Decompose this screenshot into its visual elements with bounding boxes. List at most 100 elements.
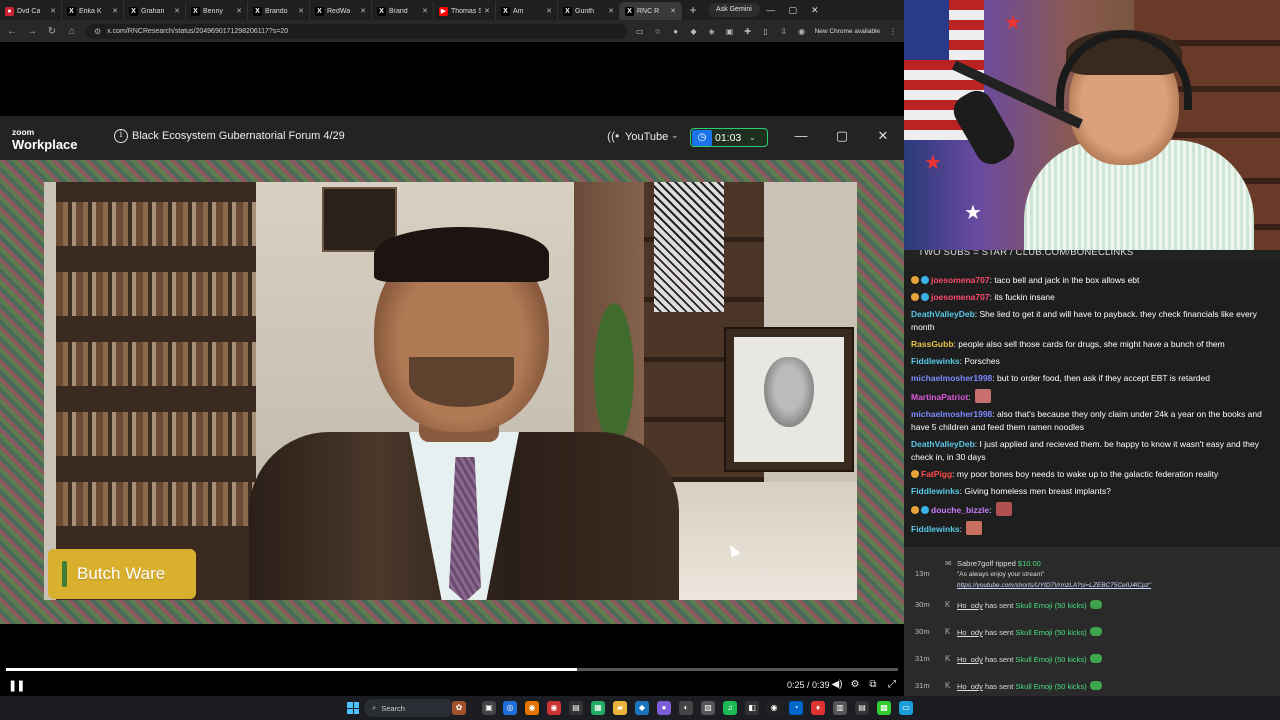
chat-username[interactable]: douche_bizzle [931, 505, 989, 515]
close-icon[interactable]: ✕ [804, 5, 826, 16]
browser-tab[interactable]: X Brand ✕ [372, 2, 434, 20]
chat-username[interactable]: joesomena707 [931, 292, 990, 302]
fullscreen-icon[interactable]: ⤢ [885, 679, 899, 690]
extension-icon[interactable]: ◈ [707, 27, 717, 36]
app-icon[interactable]: ◧ [745, 701, 759, 715]
chat-username[interactable]: joesomena707 [931, 275, 990, 285]
widgets-icon[interactable]: ✿ [452, 701, 466, 715]
browser-tab[interactable]: X RedWa ✕ [310, 2, 372, 20]
chat-username[interactable]: DeathValleyDeb [911, 309, 975, 319]
taskbar-search[interactable]: ⌕ Search [364, 699, 454, 717]
volume-icon[interactable]: ◀) [830, 679, 844, 690]
windows-start-icon[interactable] [347, 702, 359, 714]
obs-icon[interactable]: ● [657, 701, 671, 715]
maximize-icon[interactable]: ▢ [832, 128, 852, 144]
download-icon[interactable]: ⇩ [779, 27, 789, 36]
app-icon[interactable]: ▥ [833, 701, 847, 715]
maximize-icon[interactable]: ▢ [782, 5, 804, 16]
event-username[interactable]: Ho_ody [957, 655, 983, 664]
event-username[interactable]: Ho_ody [957, 628, 983, 637]
live-platform-label[interactable]: YouTube [625, 131, 668, 143]
browser-tab[interactable]: ● Dvd Ca ✕ [0, 2, 62, 20]
browser-tab[interactable]: X Am ✕ [496, 2, 558, 20]
info-icon[interactable]: i [114, 129, 128, 143]
file-explorer-icon[interactable]: ▰ [613, 701, 627, 715]
close-icon[interactable]: ✕ [422, 7, 428, 15]
chat-username[interactable]: michaelmosher1998 [911, 373, 992, 383]
app-icon[interactable]: ▩ [877, 701, 891, 715]
event-username[interactable]: Ho_ody [957, 601, 983, 610]
app-icon[interactable]: ▤ [569, 701, 583, 715]
app-icon[interactable]: ♦ [811, 701, 825, 715]
close-icon[interactable]: ✕ [608, 7, 614, 15]
chat-username[interactable]: MartinaPatriot [911, 392, 968, 402]
spotify-icon[interactable]: ♫ [723, 701, 737, 715]
pause-icon[interactable]: ❚❚ [8, 679, 25, 692]
settings-icon[interactable]: ⚙ [848, 679, 862, 690]
back-icon[interactable]: ← [6, 26, 18, 37]
puzzle-icon[interactable]: ✚ [743, 27, 753, 36]
chrome-icon[interactable]: ◉ [525, 701, 539, 715]
close-icon[interactable]: ✕ [360, 7, 366, 15]
event-username[interactable]: Sabre7golf [957, 559, 993, 568]
browser-tab[interactable]: X Erika K ✕ [62, 2, 124, 20]
app-icon[interactable]: ◉ [767, 701, 781, 715]
app-icon[interactable]: ◔ [789, 701, 803, 715]
chevron-down-icon[interactable]: ⌄ [671, 130, 679, 141]
bookmark-star-icon[interactable]: ☆ [653, 27, 663, 36]
tip-link[interactable]: https://youtube.com/shorts/UYtD7VrmzLA?s… [957, 582, 1151, 589]
close-icon[interactable]: ✕ [670, 7, 676, 15]
chat-username[interactable]: FatPigg [921, 469, 952, 479]
extension-icon[interactable]: ▣ [725, 27, 735, 36]
app-icon[interactable]: ◆ [635, 701, 649, 715]
app-icon[interactable]: ▭ [899, 701, 913, 715]
sidepanel-icon[interactable]: ▯ [761, 27, 771, 36]
close-icon[interactable]: ✕ [484, 7, 490, 15]
close-icon[interactable]: ✕ [873, 128, 893, 144]
ask-gemini-button[interactable]: Ask Gemini [708, 3, 760, 17]
extension-icon[interactable]: ◆ [689, 27, 699, 36]
browser-tab[interactable]: X Benny ✕ [186, 2, 248, 20]
app-icon[interactable]: ▦ [591, 701, 605, 715]
browser-icon[interactable]: ◉ [547, 701, 561, 715]
app-icon[interactable]: ◐ [679, 701, 693, 715]
close-icon[interactable]: ✕ [298, 7, 304, 15]
browser-tab[interactable]: X Brando ✕ [248, 2, 310, 20]
close-icon[interactable]: ✕ [112, 7, 118, 15]
address-bar[interactable]: ⚙ x.com/RNCResearch/status/2049690171298… [86, 23, 627, 39]
close-icon[interactable]: ✕ [546, 7, 552, 15]
update-chrome-button[interactable]: New Chrome available [815, 28, 880, 35]
picture-in-picture-icon[interactable]: ⧉ [866, 679, 880, 690]
chat-username[interactable]: RassGubb [911, 339, 954, 349]
event-username[interactable]: Ho_ody [957, 682, 983, 691]
meeting-timer[interactable]: ◷ 01:03 ⌄ [690, 128, 768, 147]
minimize-icon[interactable]: — [791, 128, 811, 143]
new-tab-icon[interactable]: + [686, 3, 700, 17]
app-icon[interactable]: ▤ [855, 701, 869, 715]
cast-icon[interactable]: ▭ [635, 27, 645, 36]
reload-icon[interactable]: ↻ [46, 26, 58, 37]
browser-tab[interactable]: ▶ Thomas S ✕ [434, 2, 496, 20]
progress-bar[interactable] [6, 668, 898, 671]
menu-icon[interactable]: ⋮ [888, 27, 898, 36]
browser-tab[interactable]: X Grahan ✕ [124, 2, 186, 20]
close-icon[interactable]: ✕ [50, 7, 56, 15]
minimize-icon[interactable]: — [760, 5, 782, 15]
chat-username[interactable]: DeathValleyDeb [911, 439, 975, 449]
close-icon[interactable]: ✕ [174, 7, 180, 15]
browser-tab[interactable]: X Gunth ✕ [558, 2, 620, 20]
app-icon[interactable]: ▨ [701, 701, 715, 715]
chat-username[interactable]: michaelmosher1998 [911, 409, 992, 419]
chevron-down-icon[interactable]: ⌄ [749, 133, 756, 142]
close-icon[interactable]: ✕ [236, 7, 242, 15]
home-icon[interactable]: ⌂ [66, 26, 78, 37]
copilot-icon[interactable]: ◎ [503, 701, 517, 715]
chat-username[interactable]: Fiddlewinks [911, 524, 960, 534]
chat-username[interactable]: Fiddlewinks [911, 486, 960, 496]
profile-icon[interactable]: ◉ [797, 27, 807, 36]
task-view-icon[interactable]: ▣ [482, 701, 496, 715]
extension-icon[interactable]: ● [671, 27, 681, 36]
chat-username[interactable]: Fiddlewinks [911, 356, 960, 366]
site-info-icon[interactable]: ⚙ [94, 27, 101, 36]
browser-tab[interactable]: X RNC R ✕ [620, 2, 682, 20]
